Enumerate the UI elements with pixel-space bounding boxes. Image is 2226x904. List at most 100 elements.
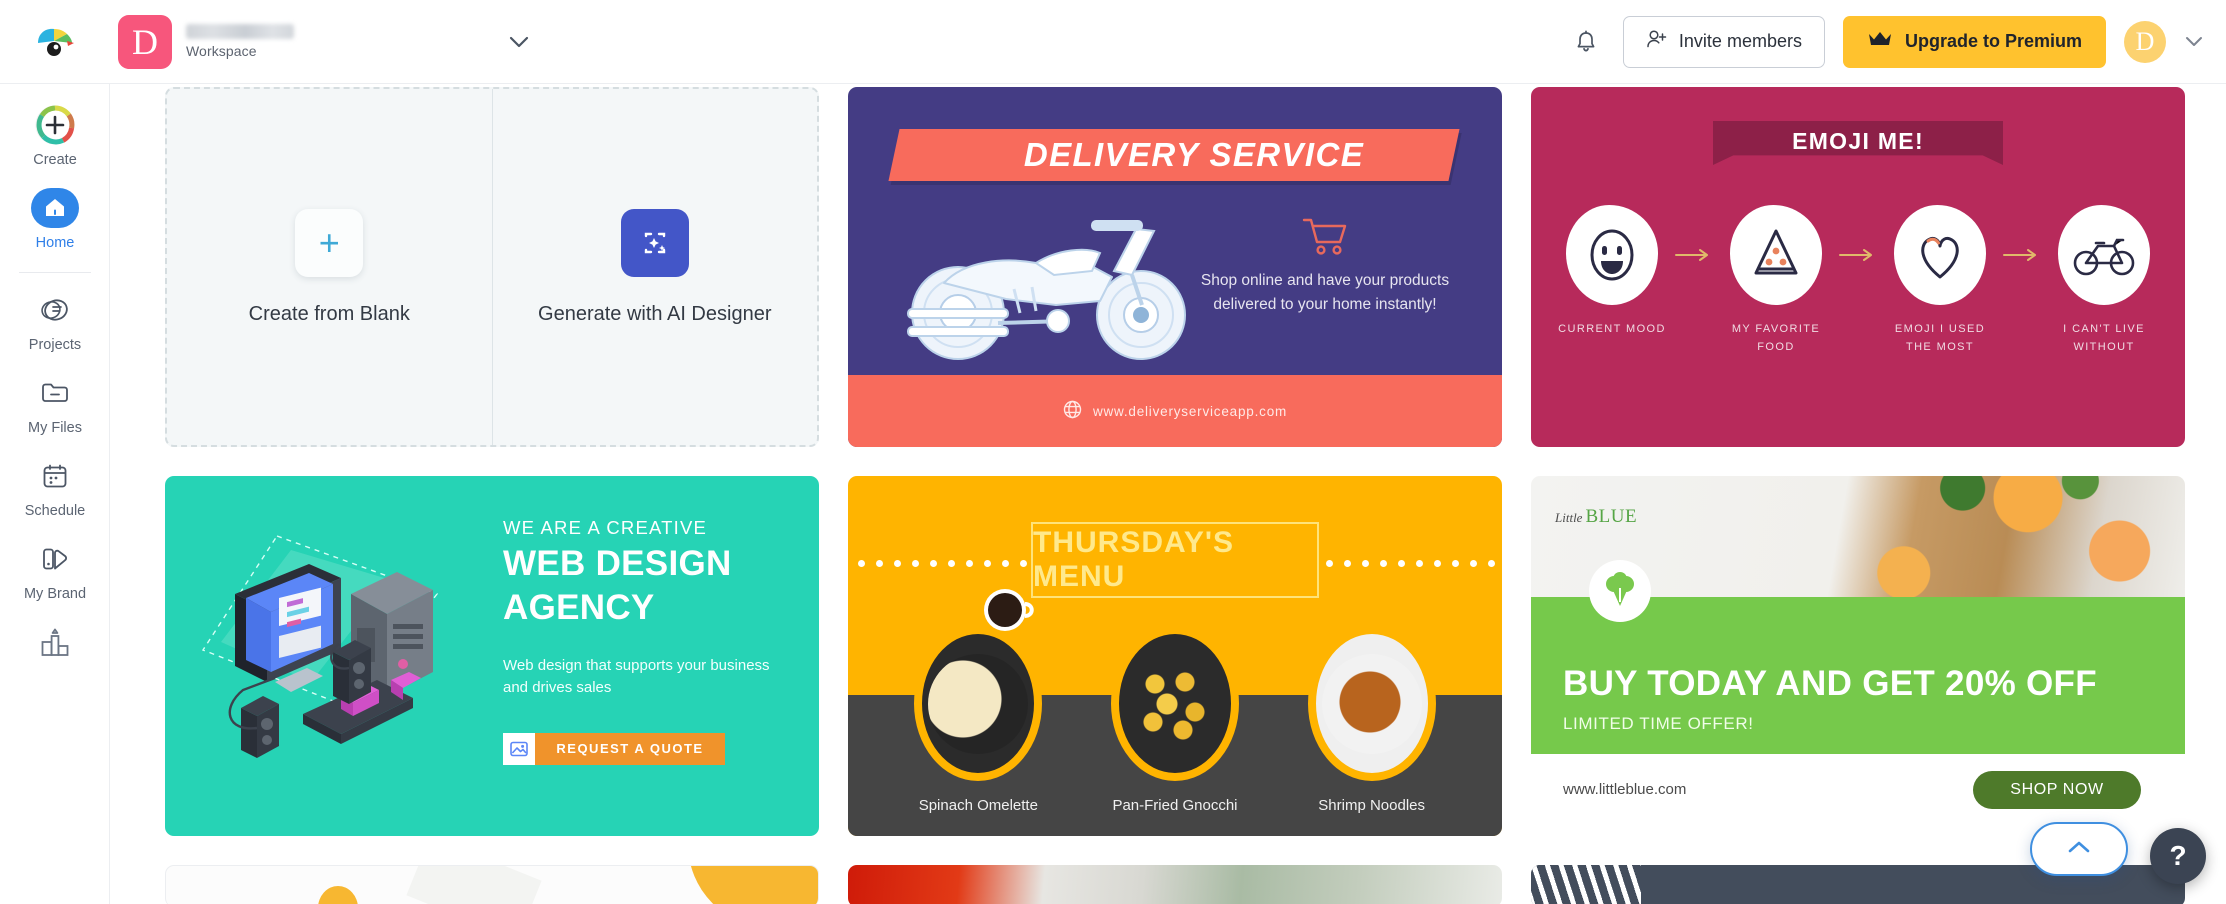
heart-icon — [1894, 205, 1986, 305]
emoji-step-caption: MY FAVORITE FOOD — [1731, 323, 1821, 353]
upgrade-to-premium-button[interactable]: Upgrade to Premium — [1842, 15, 2106, 68]
sidebar-item-home[interactable]: Home — [0, 177, 109, 260]
user-menu-chevron-down-icon[interactable] — [2184, 35, 2204, 48]
little-blue-logo: Little BLUE — [1555, 506, 1637, 528]
promo-subhead: LIMITED TIME OFFER! — [1563, 714, 1754, 733]
invite-members-button[interactable]: Invite members — [1622, 15, 1825, 68]
web-design-copy-block: WE ARE A CREATIVE WEB DESIGN AGENCY Web … — [503, 516, 793, 765]
menu-item-label: Shrimp Noodles — [1318, 797, 1425, 814]
notifications-bell-icon[interactable] — [1567, 23, 1605, 61]
help-button[interactable]: ? — [2150, 828, 2206, 884]
main-content-area: + Create from Blank Generate with AI Des… — [110, 84, 2226, 904]
create-new-card: + Create from Blank Generate with AI Des… — [165, 87, 819, 447]
logo-blue-text: BLUE — [1585, 506, 1638, 527]
delivery-footer: www.deliveryserviceapp.com — [848, 375, 1502, 447]
menu-items-row: Spinach Omelette Pan-Fried Gnocchi Shrim… — [848, 626, 1502, 814]
menu-item: Spinach Omelette — [914, 626, 1043, 814]
delivery-copy-block: Shop online and have your products deliv… — [1200, 215, 1450, 317]
shopping-cart-icon — [1200, 215, 1450, 257]
template-card-partial-photo[interactable] — [848, 865, 1502, 904]
emoji-step: CURRENT MOOD — [1553, 205, 1671, 339]
sidebar-item-projects[interactable]: Projects — [0, 279, 109, 362]
promo-url: www.littleblue.com — [1563, 781, 1687, 798]
sidebar-item-create[interactable]: Create — [0, 94, 109, 177]
template-card-web-design-agency[interactable]: WE ARE A CREATIVE WEB DESIGN AGENCY Web … — [165, 476, 819, 836]
top-header-bar: D Workspace Invite members Upgrade to Pr… — [0, 0, 2226, 84]
sidebar-item-my-brand[interactable]: My Brand — [0, 528, 109, 611]
promo-headline: BUY TODAY AND GET 20% OFF — [1563, 664, 2097, 703]
sidebar-divider — [18, 272, 91, 273]
shop-now-button[interactable]: SHOP NOW — [1973, 771, 2141, 809]
app-logo[interactable] — [0, 0, 110, 84]
delivery-title: DELIVERY SERVICE — [1023, 136, 1365, 173]
plus-icon: + — [295, 208, 364, 277]
calendar-icon — [31, 456, 79, 496]
sidebar-item-leaderboard[interactable] — [0, 611, 109, 678]
chevron-down-icon[interactable] — [508, 35, 530, 49]
upgrade-to-premium-label: Upgrade to Premium — [1904, 31, 2082, 51]
motorcycle-illustration-icon — [886, 205, 1226, 370]
ai-magic-frame-icon — [620, 208, 689, 277]
menu-item-label: Pan-Fried Gnocchi — [1112, 797, 1238, 814]
generate-with-ai-designer-option[interactable]: Generate with AI Designer — [491, 89, 818, 445]
scroll-to-top-button[interactable] — [2030, 822, 2128, 876]
plus-circle-icon — [31, 105, 79, 145]
projects-icon — [31, 290, 79, 330]
home-active-pill — [31, 188, 79, 228]
sidebar-item-label-my-files: My Files — [28, 420, 82, 436]
menu-item: Shrimp Noodles — [1307, 626, 1436, 814]
workspace-avatar: D — [118, 14, 172, 69]
workspace-subtitle: Workspace — [186, 43, 257, 59]
generate-with-ai-designer-label: Generate with AI Designer — [538, 302, 772, 325]
sidebar-item-my-files[interactable]: My Files — [0, 362, 109, 445]
template-card-thursdays-menu[interactable]: THURSDAY'S MENU Spinach Omelette Pan-Fri… — [848, 476, 1502, 836]
workspace-switcher[interactable]: D Workspace — [118, 14, 530, 69]
sidebar-item-label-create: Create — [33, 152, 77, 168]
template-card-partial-light[interactable] — [165, 865, 819, 904]
globe-icon — [1063, 400, 1082, 422]
menu-item-label: Spinach Omelette — [918, 797, 1038, 814]
emoji-step: EMOJI I USED THE MOST — [1881, 205, 1999, 356]
dish-photo-shrimp-noodles — [1307, 626, 1436, 781]
bicycle-icon — [2058, 205, 2150, 305]
broccoli-icon — [1589, 560, 1651, 622]
emoji-step-caption: I CAN'T LIVE WITHOUT — [2063, 323, 2145, 353]
template-grid: + Create from Blank Generate with AI Des… — [165, 87, 2185, 904]
crown-icon — [1867, 30, 1893, 53]
workspace-name — [186, 24, 294, 39]
emoji-title-banner: EMOJI ME! — [1713, 121, 2003, 165]
arrow-right-icon — [1835, 205, 1881, 305]
chevron-up-icon — [2066, 839, 2092, 860]
logo-little-text: Little — [1555, 510, 1583, 525]
invite-members-label: Invite members — [1678, 31, 1802, 51]
delivery-url: www.deliveryserviceapp.com — [1092, 403, 1288, 419]
emoji-step-caption: CURRENT MOOD — [1558, 323, 1666, 335]
request-a-quote-button[interactable]: REQUEST A QUOTE — [503, 732, 725, 765]
sidebar-item-schedule[interactable]: Schedule — [0, 445, 109, 528]
emoji-steps-row: CURRENT MOOD MY FAVORITE FOOD EMOJI I US… — [1531, 205, 2185, 356]
template-card-delivery-service[interactable]: DELIVERY SERVICE Shop online and have yo… — [848, 87, 1502, 447]
sidebar-item-label-my-brand: My Brand — [23, 586, 87, 602]
user-plus-icon — [1646, 29, 1668, 54]
template-card-little-blue-promo[interactable]: Little BLUE BUY TODAY AND GET 20% OFF LI… — [1531, 476, 2185, 836]
web-design-title-line1: WEB DESIGN — [503, 544, 732, 584]
designcap-fan-logo-icon — [38, 28, 74, 56]
menu-title: THURSDAY'S MENU — [1033, 526, 1235, 593]
arrow-right-icon — [1671, 205, 1717, 305]
template-card-emoji-me[interactable]: EMOJI ME! CURRENT MOOD MY FAVORITE FOOD … — [1531, 87, 2185, 447]
smiley-face-icon — [1566, 205, 1658, 305]
podium-icon — [31, 622, 79, 662]
desktop-computer-illustration-icon — [191, 532, 481, 787]
sidebar-item-label-schedule: Schedule — [24, 503, 86, 519]
emoji-step: MY FAVORITE FOOD — [1717, 205, 1835, 356]
arrow-right-icon — [1999, 205, 2045, 305]
create-from-blank-label: Create from Blank — [248, 302, 410, 325]
user-avatar[interactable]: D — [2124, 20, 2166, 63]
delivery-copy: Shop online and have your products deliv… — [1200, 272, 1450, 314]
home-icon — [46, 199, 64, 216]
menu-title-box: THURSDAY'S MENU — [1031, 522, 1319, 598]
menu-item: Pan-Fried Gnocchi — [1110, 626, 1239, 814]
pizza-slice-icon — [1730, 205, 1822, 305]
create-from-blank-option[interactable]: + Create from Blank — [167, 89, 492, 445]
web-design-eyebrow: WE ARE A CREATIVE — [503, 517, 708, 538]
